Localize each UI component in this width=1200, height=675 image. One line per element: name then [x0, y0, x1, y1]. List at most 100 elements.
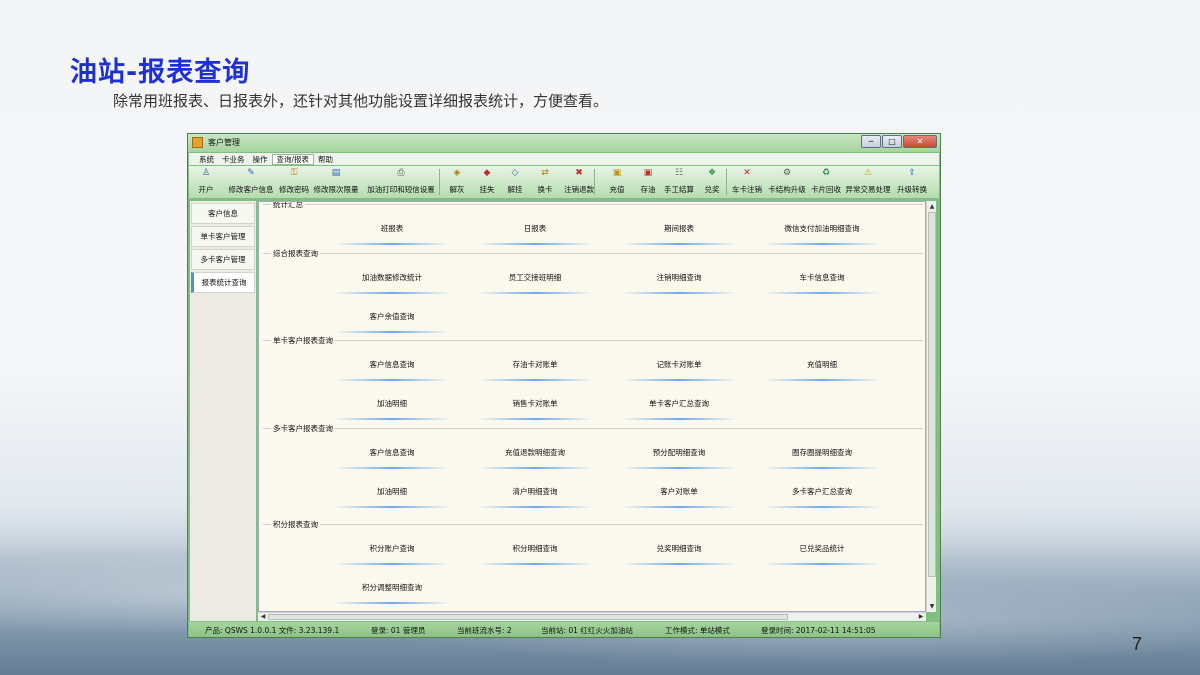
- report-link[interactable]: 客户对账单: [621, 482, 737, 508]
- horizontal-scroll-thumb[interactable]: [268, 614, 788, 620]
- report-link-underline: [477, 418, 593, 420]
- report-link[interactable]: 圈存圈提明细查询: [764, 443, 880, 469]
- toolbar-button-label: 解灰: [449, 185, 465, 194]
- window-titlebar[interactable]: 客户管理 ─ □ ✕: [188, 134, 940, 152]
- toolbar-button-8[interactable]: ◇ 解挂: [503, 168, 527, 196]
- toolbar-button-17[interactable]: ♻ 卡片回收: [811, 168, 841, 196]
- report-link-underline: [764, 292, 880, 294]
- toolbar-button-15[interactable]: ✕ 车卡注销: [730, 168, 764, 196]
- horizontal-scrollbar[interactable]: ◀ ▶: [258, 612, 926, 621]
- toolbar-button-1[interactable]: ♙ 开户: [191, 168, 221, 196]
- maximize-button[interactable]: □: [882, 135, 902, 148]
- report-link[interactable]: 加油明细: [334, 394, 450, 420]
- vertical-scrollbar[interactable]: ▲ ▼: [926, 201, 936, 612]
- report-link[interactable]: 充值明细: [764, 355, 880, 381]
- report-loss-icon: ◆: [483, 168, 491, 178]
- report-link-label: 加油数据修改统计: [362, 273, 422, 282]
- toolbar-button-6[interactable]: ◈ 解灰: [444, 168, 470, 196]
- report-link[interactable]: 加油明细: [334, 482, 450, 508]
- report-link-underline: [477, 292, 593, 294]
- report-link[interactable]: 客户信息查询: [334, 443, 450, 469]
- vertical-scroll-thumb[interactable]: [928, 212, 936, 577]
- report-link[interactable]: 销售卡对账单: [477, 394, 593, 420]
- report-link[interactable]: 预分配明细查询: [621, 443, 737, 469]
- toolbar-button-7[interactable]: ◆ 挂失: [475, 168, 499, 196]
- report-link[interactable]: 清户明细查询: [477, 482, 593, 508]
- menu-item-3[interactable]: 操作: [249, 154, 272, 165]
- scroll-up-icon[interactable]: ▲: [928, 202, 936, 211]
- report-link-underline: [764, 563, 880, 565]
- report-link[interactable]: 单卡客户汇总查询: [621, 394, 737, 420]
- menu-item-5[interactable]: 帮助: [314, 154, 337, 165]
- sidebar-item-1[interactable]: 客户信息: [191, 203, 255, 224]
- report-link-label: 圈存圈提明细查询: [792, 448, 852, 457]
- report-section-1: 统计汇总班报表 日报表 期间报表 微信支付加油明细查询: [263, 202, 923, 245]
- report-link[interactable]: 客户余值查询: [334, 307, 450, 333]
- report-link[interactable]: 班报表: [334, 219, 450, 245]
- report-link[interactable]: 积分明细查询: [477, 539, 593, 565]
- menu-item-2[interactable]: 卡业务: [218, 154, 249, 165]
- section-title: 单卡客户报表查询: [271, 335, 335, 346]
- toolbar-button-9[interactable]: ⇄ 换卡: [533, 168, 557, 196]
- report-link[interactable]: 兑奖明细查询: [621, 539, 737, 565]
- report-link[interactable]: 充值退款明细查询: [477, 443, 593, 469]
- toolbar-button-4[interactable]: ▤ 修改限次限量: [313, 168, 359, 196]
- report-panel: 统计汇总 班报表 日报表 期间报表 微信支付加油明细查询 综合报表查询 加油数据修改统计 员工…: [258, 201, 926, 612]
- report-link-label: 充值明细: [807, 360, 837, 369]
- sidebar: 客户信息 单卡客户管理 多卡客户管理 报表统计查询: [190, 201, 256, 621]
- toolbar-button-5[interactable]: ⎙ 加油打印和短信设置: [361, 168, 441, 196]
- app-icon: [192, 137, 203, 148]
- sidebar-item-3[interactable]: 多卡客户管理: [191, 249, 255, 270]
- report-link[interactable]: 微信支付加油明细查询: [764, 219, 880, 245]
- toolbar: ♙ 开户 ✎ 修改客户信息 ⚿ 修改密码 ▤ 修改限次限量 ⎙ 加油打印和短信设置 ◈ 解灰 ◆ 挂失 ◇ 解…: [189, 166, 939, 199]
- toolbar-button-18[interactable]: ⚠ 异常交易处理: [843, 168, 893, 196]
- toolbar-button-2[interactable]: ✎ 修改客户信息: [227, 168, 275, 196]
- key-icon: ⚿: [290, 168, 298, 178]
- toolbar-button-19[interactable]: ⇪ 升级转换: [895, 168, 929, 196]
- toolbar-button-label: 卡片回收: [811, 185, 841, 194]
- menu-item-4[interactable]: 查询/报表: [271, 153, 315, 165]
- section-title: 统计汇总: [271, 201, 305, 210]
- report-link[interactable]: 记账卡对账单: [621, 355, 737, 381]
- report-link-underline: [477, 506, 593, 508]
- report-link-underline: [477, 379, 593, 381]
- report-link[interactable]: 注销明细查询: [621, 268, 737, 294]
- report-link[interactable]: 车卡信息查询: [764, 268, 880, 294]
- report-link-underline: [334, 379, 450, 381]
- report-link[interactable]: 期间报表: [621, 219, 737, 245]
- toolbar-button-label: 挂失: [479, 185, 495, 194]
- toolbar-button-11[interactable]: ▣ 充值: [604, 168, 630, 196]
- toolbar-button-3[interactable]: ⚿ 修改密码: [277, 168, 311, 196]
- toolbar-button-16[interactable]: ⚙ 卡结构升级: [766, 168, 808, 196]
- toolbar-button-label: 修改限次限量: [313, 185, 359, 194]
- report-link[interactable]: 多卡客户汇总查询: [764, 482, 880, 508]
- scroll-right-icon[interactable]: ▶: [917, 613, 925, 621]
- report-link[interactable]: 已兑奖品统计: [764, 539, 880, 565]
- sidebar-item-2[interactable]: 单卡客户管理: [191, 226, 255, 247]
- report-link[interactable]: 加油数据修改统计: [334, 268, 450, 294]
- minimize-button[interactable]: ─: [861, 135, 881, 148]
- report-link[interactable]: 日报表: [477, 219, 593, 245]
- report-link-label: 充值退款明细查询: [505, 448, 565, 457]
- upgrade-convert-icon: ⇪: [908, 168, 916, 178]
- close-button[interactable]: ✕: [903, 135, 937, 148]
- scroll-down-icon[interactable]: ▼: [928, 602, 936, 611]
- toolbar-button-13[interactable]: ☷ 手工结算: [661, 168, 697, 196]
- sidebar-item-4[interactable]: 报表统计查询: [191, 272, 255, 293]
- report-link[interactable]: 员工交接班明细: [477, 268, 593, 294]
- menu-item-1[interactable]: 系统: [195, 154, 218, 165]
- toolbar-button-10[interactable]: ✖ 注销退款: [561, 168, 597, 196]
- report-link[interactable]: 积分账户查询: [334, 539, 450, 565]
- report-link[interactable]: 积分调整明细查询: [334, 578, 450, 604]
- report-link[interactable]: 客户信息查询: [334, 355, 450, 381]
- toolbar-button-12[interactable]: ▣ 存油: [636, 168, 660, 196]
- scroll-left-icon[interactable]: ◀: [259, 613, 267, 621]
- page-number: 7: [1132, 634, 1143, 654]
- toolbar-separator: [594, 169, 595, 195]
- report-link[interactable]: 存油卡对账单: [477, 355, 593, 381]
- slide-subtitle: 除常用班报表、日报表外，还针对其他功能设置详细报表统计，方便查看。: [113, 92, 609, 110]
- unlock-gray-icon: ◈: [453, 168, 461, 178]
- statusbar: 产品: QSWS 1.0.0.1 文件: 3.23.139.1 登录: 01 管…: [189, 622, 939, 637]
- report-link-underline: [621, 506, 737, 508]
- toolbar-button-14[interactable]: ❖ 兑奖: [700, 168, 724, 196]
